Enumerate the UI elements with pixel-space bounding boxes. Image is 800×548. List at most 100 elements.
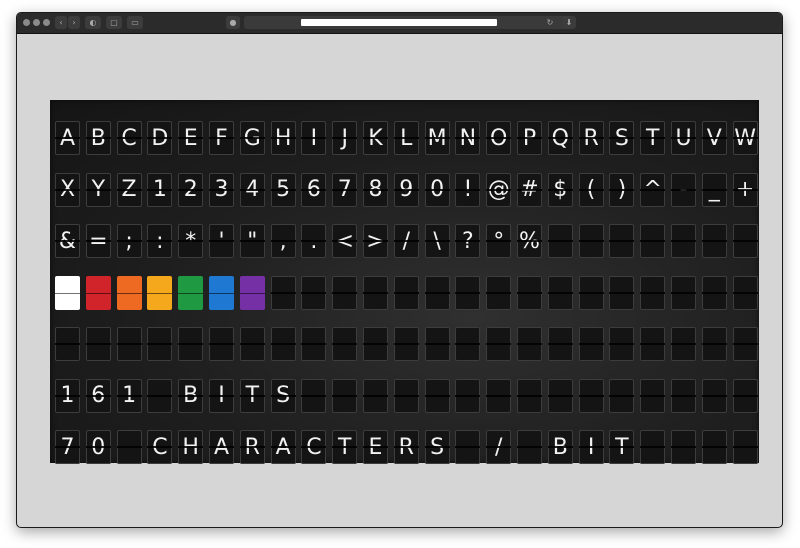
flap-character: 7: [55, 430, 80, 464]
flap-character: 6: [85, 378, 111, 413]
flap-blank: [609, 327, 635, 361]
close-window-icon[interactable]: [23, 19, 30, 26]
flap-character: S: [424, 430, 450, 464]
flap-character: 2: [178, 172, 204, 207]
flap-blank: [332, 327, 358, 361]
flap-character: T: [239, 378, 265, 413]
flap-blank: [671, 378, 696, 413]
flap-character: %: [517, 224, 542, 258]
flap-character: R: [578, 121, 604, 155]
flap-character: *: [178, 224, 204, 258]
flap-character: 4: [239, 172, 265, 207]
color-flap: [209, 275, 234, 310]
flap-character: T: [332, 430, 358, 464]
flap-blank: [578, 327, 604, 361]
flap-character: P: [517, 121, 542, 155]
browser-window: ‹ › ◐ ▢ ▭ ● ↻ ⬇ ABCDEFGHIJKLMNOPQRSTUVWX…: [16, 12, 783, 528]
flap-character: E: [178, 121, 204, 155]
flap-blank: [671, 224, 696, 258]
flap-character: &: [55, 224, 80, 258]
flap-blank: [147, 378, 173, 413]
flap-character: C: [147, 430, 173, 464]
flap-character: $: [547, 172, 573, 207]
sidebar-icon[interactable]: ▭: [127, 16, 143, 29]
flap-blank: [455, 327, 481, 361]
flap-blank: [609, 224, 635, 258]
flap-blank: [85, 327, 111, 361]
color-flap: [239, 275, 265, 310]
flap-character: ;: [116, 224, 142, 258]
flap-character: @: [486, 172, 512, 207]
flap-blank: [732, 224, 758, 258]
flap-blank: [732, 275, 758, 310]
flap-blank: [424, 378, 450, 413]
flap-blank: [517, 275, 542, 310]
flap-character: A: [209, 430, 234, 464]
flap-blank: [517, 430, 542, 464]
flap-character: B: [178, 378, 204, 413]
flap-blank: [393, 275, 419, 310]
tabs-icon[interactable]: ▢: [106, 16, 122, 29]
flap-character: 1: [116, 378, 142, 413]
flap-character: /: [486, 430, 512, 464]
flap-character: -: [671, 172, 696, 207]
flap-character: V: [701, 121, 727, 155]
flap-blank: [116, 430, 142, 464]
flap-character: 0: [424, 172, 450, 207]
flap-character: S: [270, 378, 296, 413]
flap-character: ?: [455, 224, 481, 258]
flap-character: 1: [55, 378, 80, 413]
flap-blank: [547, 275, 573, 310]
back-chevron-icon[interactable]: ‹: [55, 16, 67, 29]
flap-character: A: [55, 121, 80, 155]
flap-blank: [424, 327, 450, 361]
flap-blank: [332, 275, 358, 310]
flap-blank: [640, 224, 666, 258]
reload-icon[interactable]: ↻: [544, 16, 556, 29]
privacy-icon[interactable]: ◐: [85, 16, 101, 29]
flap-character: E: [363, 430, 388, 464]
flap-blank: [363, 275, 388, 310]
color-flap: [116, 275, 142, 310]
flap-blank: [701, 275, 727, 310]
flap-blank: [486, 378, 512, 413]
flap-blank: [701, 378, 727, 413]
flap-character: 9: [393, 172, 419, 207]
flap-character: Q: [547, 121, 573, 155]
flap-character: ^: [640, 172, 666, 207]
flap-blank: [147, 327, 173, 361]
flap-blank: [393, 327, 419, 361]
flap-blank: [701, 224, 727, 258]
flap-blank: [55, 327, 80, 361]
flap-blank: [547, 378, 573, 413]
flap-character: U: [671, 121, 696, 155]
zoom-window-icon[interactable]: [43, 19, 50, 26]
flap-blank: [363, 378, 388, 413]
flap-character: I: [578, 430, 604, 464]
minimize-window-icon[interactable]: [33, 19, 40, 26]
flap-blank: [671, 327, 696, 361]
download-icon[interactable]: ⬇: [562, 16, 576, 29]
flap-blank: [393, 378, 419, 413]
flap-character: L: [393, 121, 419, 155]
color-flap: [178, 275, 204, 310]
flap-character: 7: [332, 172, 358, 207]
flap-blank: [732, 430, 758, 464]
flap-character: N: [455, 121, 481, 155]
flap-blank: [239, 327, 265, 361]
flap-character: I: [301, 121, 327, 155]
flap-character: G: [239, 121, 265, 155]
flap-character: B: [547, 430, 573, 464]
flap-blank: [609, 378, 635, 413]
flap-character: H: [270, 121, 296, 155]
flap-character: A: [270, 430, 296, 464]
forward-chevron-icon[interactable]: ›: [68, 16, 80, 29]
address-bar[interactable]: [244, 16, 572, 29]
extension-icon[interactable]: ●: [226, 16, 240, 29]
flap-blank: [486, 327, 512, 361]
flap-character: #: [517, 172, 542, 207]
flap-character: 6: [301, 172, 327, 207]
flap-character: R: [393, 430, 419, 464]
flap-character: =: [85, 224, 111, 258]
flap-blank: [578, 275, 604, 310]
